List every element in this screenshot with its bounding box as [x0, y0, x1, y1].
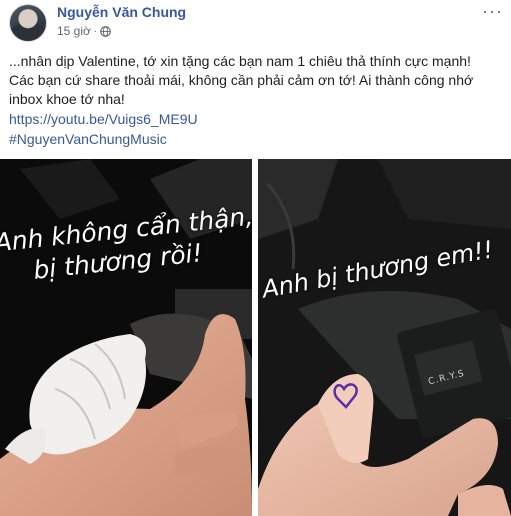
more-options-icon[interactable]: ··· [482, 2, 503, 20]
post-text: ...nhân dịp Valentine, tớ xin tặng các b… [9, 52, 503, 109]
author-name[interactable]: Nguyễn Văn Chung [57, 4, 186, 20]
heart-thumb-image [258, 159, 511, 516]
post-text-line: Các bạn cứ share thoải mái, không cần ph… [9, 72, 474, 88]
post-meta: 15 giờ · [57, 24, 112, 38]
post-text-line: ...nhân dịp Valentine, tớ xin tặng các b… [9, 53, 471, 69]
post-time[interactable]: 15 giờ [57, 24, 91, 38]
meta-separator: · [93, 25, 98, 37]
globe-icon[interactable] [100, 25, 112, 37]
photo-left[interactable]: Anh không cẩn thận, bị thương rồi! [0, 159, 252, 516]
photo-right[interactable]: C.R.Y.S Anh bị thương em!! [258, 159, 511, 516]
post-text-line: inbox khoe tớ nha! [9, 91, 125, 107]
author-avatar[interactable] [9, 4, 47, 42]
hashtag-link[interactable]: #NguyenVanChungMusic [9, 131, 167, 147]
youtube-link[interactable]: https://youtu.be/Vuigs6_ME9U [9, 111, 198, 127]
facebook-post: Nguyễn Văn Chung 15 giờ · ··· ...nhân dị… [0, 0, 511, 516]
